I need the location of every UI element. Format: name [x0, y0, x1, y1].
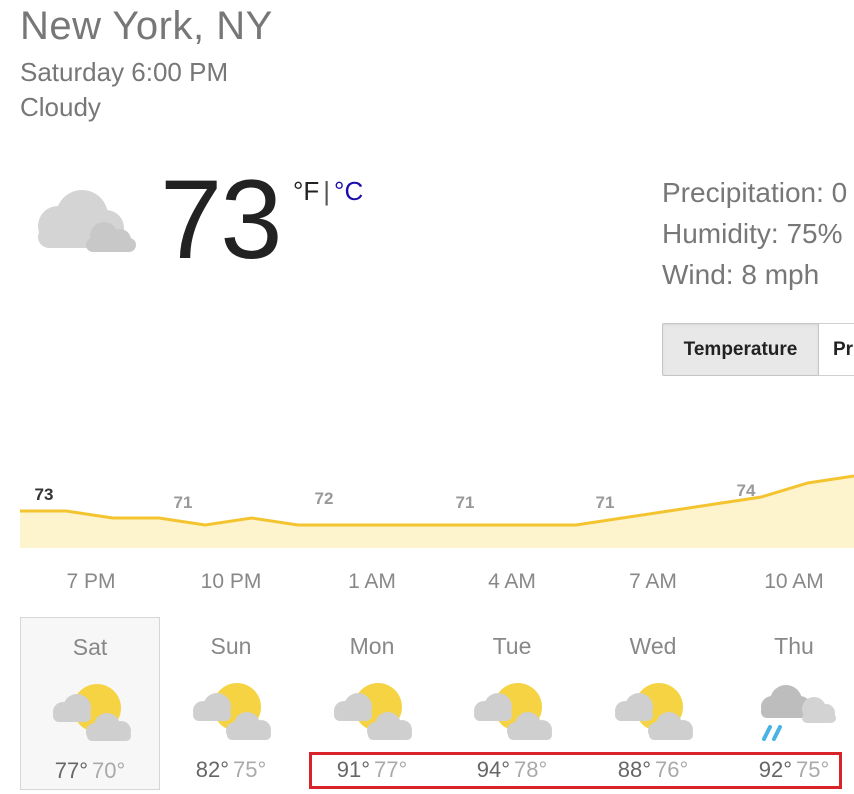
tab-temperature[interactable]: Temperature	[662, 323, 819, 376]
day-name: Tue	[492, 633, 532, 659]
day-temps: 91° 77°	[302, 757, 442, 783]
low-temp: 75°	[233, 757, 267, 782]
low-temp: 70°	[92, 758, 126, 783]
chart-temp-label: 71	[596, 493, 615, 512]
chart-temp-label: 71	[174, 493, 193, 512]
day-thu[interactable]: Thu 92° 75°	[724, 617, 854, 790]
wind-text: Wind: 8 mph	[662, 259, 820, 290]
day-name: Sat	[72, 634, 108, 660]
day-temps: 92° 75°	[724, 757, 854, 783]
high-temp: 92°	[758, 757, 792, 782]
low-temp: 78°	[514, 757, 548, 782]
high-temp: 77°	[54, 758, 88, 783]
high-temp: 88°	[617, 757, 651, 782]
hour-label: 7 PM	[66, 570, 116, 593]
weather-condition: Cloudy	[20, 92, 101, 122]
day-sat[interactable]: Sat 77° 70°	[20, 617, 160, 790]
date-time: Saturday 6:00 PM	[20, 57, 229, 87]
rain-icon	[759, 683, 838, 741]
partly-sunny-icon	[334, 683, 412, 740]
chart-temp-label: 71	[456, 493, 475, 512]
unit-separator: |	[323, 176, 331, 206]
unit-toggle: °F | °C	[293, 176, 363, 207]
temperature-area	[20, 476, 854, 548]
chart-temp-label: 72	[315, 489, 334, 508]
day-tue[interactable]: Tue 94° 78°	[442, 617, 582, 790]
day-name: Mon	[349, 633, 395, 659]
precipitation-text: Precipitation: 0	[662, 177, 848, 208]
hourly-temperature-chart: 73 71 72 71 71 74	[20, 474, 854, 548]
day-wed[interactable]: Wed 88° 76°	[583, 617, 723, 790]
location-title: New York, NY	[20, 4, 273, 48]
chart-temp-label: 73	[35, 485, 54, 504]
low-temp: 75°	[796, 757, 830, 782]
high-temp: 82°	[195, 757, 229, 782]
hour-label: 1 AM	[348, 570, 396, 593]
chart-temp-label: 74	[737, 481, 756, 500]
high-temp: 94°	[476, 757, 510, 782]
day-temps: 82° 75°	[161, 757, 301, 783]
partly-sunny-icon	[53, 684, 131, 741]
hour-label: 7 AM	[629, 570, 677, 593]
partly-sunny-icon	[193, 683, 271, 740]
low-temp: 77°	[374, 757, 408, 782]
chart-tabs: Temperature Pr	[662, 323, 854, 376]
day-name: Sun	[210, 633, 252, 659]
tab-precipitation[interactable]: Pr	[819, 323, 854, 376]
hour-axis: 7 PM 10 PM 1 AM 4 AM 7 AM 10 AM	[0, 570, 854, 596]
humidity-text: Humidity: 75%	[662, 218, 843, 249]
hour-label: 10 AM	[764, 570, 824, 593]
low-temp: 76°	[655, 757, 689, 782]
day-temps: 77° 70°	[21, 758, 159, 784]
cloudy-icon	[38, 190, 136, 252]
current-temperature: 73	[160, 157, 283, 282]
unit-celsius-link[interactable]: °C	[334, 176, 363, 206]
day-temps: 88° 76°	[583, 757, 723, 783]
day-temps: 94° 78°	[442, 757, 582, 783]
day-name: Wed	[629, 633, 677, 659]
hour-label: 10 PM	[200, 570, 262, 593]
weather-details: Precipitation: 0 Humidity: 75% Wind: 8 m…	[662, 172, 847, 295]
unit-fahrenheit[interactable]: °F	[293, 176, 319, 206]
day-sun[interactable]: Sun 82° 75°	[161, 617, 301, 790]
day-name: Thu	[774, 633, 814, 659]
day-mon[interactable]: Mon 91° 77°	[302, 617, 442, 790]
partly-sunny-icon	[615, 683, 693, 740]
partly-sunny-icon	[474, 683, 552, 740]
high-temp: 91°	[336, 757, 370, 782]
hour-label: 4 AM	[488, 570, 536, 593]
